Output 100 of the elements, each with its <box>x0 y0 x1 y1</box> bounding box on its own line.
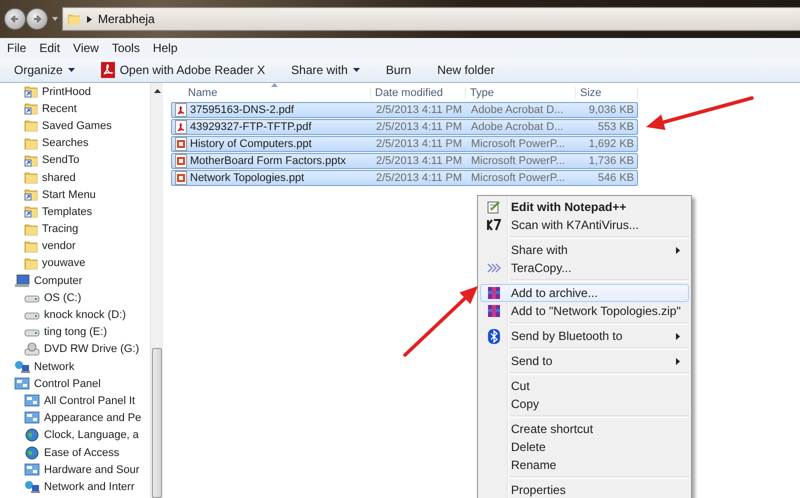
globe-icon <box>24 428 40 442</box>
tree-item[interactable]: ting tong (E:) <box>44 326 107 338</box>
tree-item[interactable]: Saved Games <box>42 120 112 132</box>
tree-item[interactable]: Searches <box>42 137 88 150</box>
menu-item[interactable]: Edit with Notepad++ <box>480 198 689 216</box>
tree-item[interactable]: PrintHood <box>42 86 91 98</box>
tree-item[interactable]: Clock, Language, a <box>44 429 139 442</box>
menu-item[interactable]: Edit <box>39 41 68 55</box>
menu-item[interactable]: Send to <box>480 352 689 370</box>
date-cell-text: 2/5/2013 4:11 PM <box>375 121 464 133</box>
address-bar[interactable]: Merabheja <box>62 7 800 31</box>
size-cell-text: 546 KB <box>596 172 635 184</box>
tree-item[interactable]: vendor <box>42 240 76 252</box>
submenu-arrow-icon <box>676 332 680 340</box>
caret-icon <box>352 68 360 72</box>
tree-item[interactable]: Hardware and Sour <box>44 464 140 476</box>
tree-item[interactable]: youwave <box>42 257 86 270</box>
sort-arrow-icon <box>270 83 278 87</box>
file-row[interactable]: MotherBoard Form Factors.pptx 2/5/2013 4:11 PM Microsoft PowerP... 1,736 KB <box>171 153 638 169</box>
back-arrow-icon <box>10 14 20 24</box>
menu-item[interactable]: Properties <box>480 481 689 498</box>
menu-item[interactable]: View <box>73 41 106 55</box>
menu-item[interactable]: Add to "Network Topologies.zip" <box>480 302 689 320</box>
tree-item[interactable]: DVD RW Drive (G:) <box>44 343 140 356</box>
network-icon <box>24 480 40 494</box>
tree-item[interactable]: Control Panel <box>34 378 101 390</box>
column-header[interactable]: Name <box>171 87 371 99</box>
tree-item[interactable]: Network <box>34 360 74 373</box>
presentation-file-icon <box>175 137 187 151</box>
folder-icon <box>24 119 38 132</box>
toolbar-button[interactable]: Open with Adobe Reader X <box>94 59 272 81</box>
toolbar-button[interactable]: Organize <box>8 60 81 80</box>
menu-item[interactable]: Cut <box>480 377 689 395</box>
pdf-file-icon <box>175 103 187 117</box>
folder-icon <box>67 12 81 26</box>
menu-item[interactable]: Create shortcut <box>480 420 689 438</box>
menu-item[interactable]: Tools <box>112 41 147 55</box>
forward-button[interactable] <box>26 8 48 30</box>
caret-icon <box>68 68 75 72</box>
toolbar-button[interactable]: New folder <box>431 60 501 80</box>
toolbar-button[interactable]: Share with <box>285 60 366 80</box>
tree-item[interactable]: shared <box>42 172 76 184</box>
menu-item[interactable]: Send by Bluetooth to <box>480 327 689 345</box>
file-row[interactable]: 43929327-FTP-TFTP.pdf 2/5/2013 4:11 PM Adobe Acrobat D... 553 KB <box>171 119 638 135</box>
size-cell-text: 1,736 KB <box>588 155 635 167</box>
menu-item[interactable]: Scan with K7AntiVirus... <box>480 216 689 234</box>
archive-icon <box>487 286 501 300</box>
bluetooth-icon <box>488 328 500 344</box>
menu-item[interactable]: TeraCopy... <box>480 259 689 277</box>
type-cell-text: Adobe Acrobat D... <box>470 121 564 133</box>
back-button[interactable] <box>4 8 26 30</box>
tree-item[interactable]: Start Menu <box>42 188 96 201</box>
tree-item[interactable]: Computer <box>34 274 82 287</box>
file-row[interactable]: Network Topologies.ppt 2/5/2013 4:11 PM Microsoft PowerP... 546 KB <box>171 170 638 186</box>
tree-item[interactable]: Appearance and Pe <box>44 412 142 424</box>
tree-item[interactable]: Tracing <box>42 223 78 236</box>
scroll-up-icon[interactable] <box>154 89 160 93</box>
file-row[interactable]: History of Computers.ppt 2/5/2013 4:11 PM Microsoft PowerP... 1,692 KB <box>171 136 638 152</box>
folder-icon <box>24 222 38 236</box>
size-cell-text: 9,036 KB <box>588 104 635 116</box>
toolbar-button[interactable]: Burn <box>380 60 418 80</box>
date-cell-text: 2/5/2013 4:11 PM <box>375 138 464 150</box>
menu-item[interactable]: Add to archive... <box>480 284 689 302</box>
tree-item[interactable]: Network and Interr <box>44 480 134 493</box>
tree-item[interactable]: SendTo <box>42 154 80 166</box>
folder-icon <box>24 256 38 270</box>
scrollbar-thumb[interactable] <box>152 348 162 498</box>
tree-item[interactable]: All Control Panel It <box>44 394 136 407</box>
folder-icon <box>24 240 38 253</box>
tree-item[interactable]: Recent <box>42 102 77 115</box>
file-name: History of Computers.ppt <box>190 138 312 150</box>
tree-item[interactable]: OS (C:) <box>44 292 82 304</box>
column-header[interactable]: Date modified <box>371 87 466 99</box>
menu-item[interactable]: File <box>7 41 34 55</box>
caret-icon[interactable] <box>52 17 58 21</box>
folder-shortcut-icon <box>24 205 38 218</box>
menu-item[interactable]: Copy <box>480 395 689 413</box>
folder-icon <box>24 136 38 150</box>
forward-arrow-icon <box>32 14 42 24</box>
menu-item[interactable]: Rename <box>480 456 689 474</box>
computer-icon <box>14 274 30 288</box>
notepad-icon <box>487 200 501 214</box>
menu-item[interactable]: Delete <box>480 438 689 456</box>
menu-item[interactable]: Help <box>152 41 185 55</box>
breadcrumb[interactable]: Merabheja <box>98 12 155 26</box>
column-header[interactable]: Size <box>576 87 638 99</box>
type-cell-text: Microsoft PowerP... <box>470 155 566 167</box>
tree-item[interactable]: Ease of Access <box>44 446 120 459</box>
tree-item[interactable]: knock knock (D:) <box>44 309 126 322</box>
menu-item[interactable]: Share with <box>480 241 689 259</box>
file-row[interactable]: 37595163-DNS-2.pdf 2/5/2013 4:11 PM Adobe Acrobat D... 9,036 KB <box>171 102 638 118</box>
tree-item[interactable]: Templates <box>42 206 92 218</box>
date-cell-text: 2/5/2013 4:11 PM <box>375 104 464 116</box>
scrollbar[interactable] <box>150 83 163 498</box>
control-panel-icon <box>24 411 40 426</box>
type-cell-text: Adobe Acrobat D... <box>470 104 564 116</box>
pdf-file-icon <box>175 120 187 134</box>
chevron-icon[interactable] <box>87 16 92 22</box>
column-header[interactable]: Type <box>466 87 576 99</box>
type-cell-text: Microsoft PowerP... <box>470 138 566 150</box>
